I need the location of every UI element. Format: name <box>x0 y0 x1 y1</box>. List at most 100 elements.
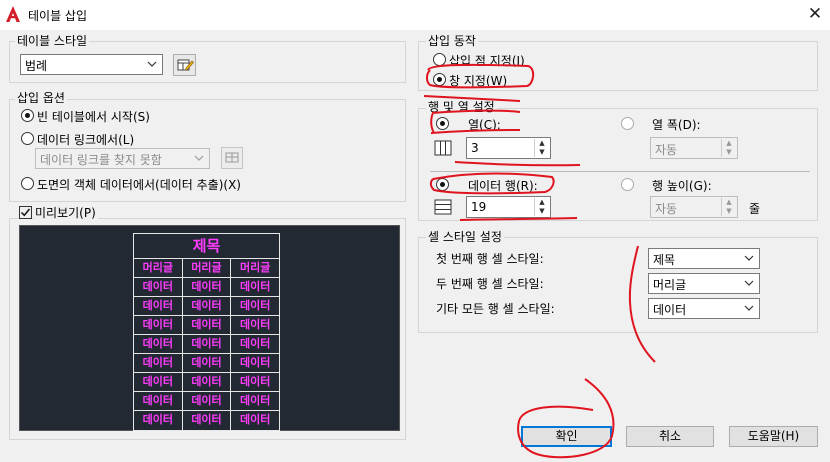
preview-data-cell: 데이터 <box>183 297 232 315</box>
chevron-down-icon <box>744 305 754 311</box>
label-data-link[interactable]: 데이터 링크에서(L) <box>37 131 134 148</box>
second-row-style-value: 머리글 <box>653 278 687 292</box>
preview-data-rows: 데이터 데이터 데이터 데이터 데이터 데이터 데이터 데이터 데이터 데이터 데이터 데이터 데이터 데… <box>134 278 279 430</box>
label-columns[interactable]: 열(C): <box>468 116 501 133</box>
preview-data-row: 데이터 데이터 데이터 <box>134 373 279 392</box>
second-row-style-combo[interactable]: 머리글 <box>648 273 760 294</box>
data-link-value: 데이터 링크를 찾지 못함 <box>40 153 162 167</box>
preview-data-cell: 데이터 <box>239 413 271 426</box>
autocad-logo-icon <box>6 6 20 22</box>
data-rows-spinner[interactable]: ▲ ▼ <box>534 198 549 216</box>
preview-data-cell: 데이터 <box>134 373 183 391</box>
preview-label[interactable]: 미리보기(P) <box>33 206 98 220</box>
label-first-row-style: 첫 번째 행 셀 스타일: <box>436 252 544 266</box>
preview-header-cell: 머리글 <box>183 259 232 277</box>
chevron-down-icon <box>147 61 157 67</box>
label-window[interactable]: 창 지정(W) <box>449 72 507 89</box>
preview-header-cell: 머리글 <box>134 259 183 277</box>
preview-checkbox[interactable] <box>19 206 32 219</box>
preview-data-cell: 데이터 <box>183 335 232 353</box>
preview-data-row: 데이터 데이터 데이터 <box>134 297 279 316</box>
preview-data-row: 데이터 데이터 데이터 <box>134 278 279 297</box>
row-height-unit: 줄 <box>749 202 761 216</box>
window-title: 테이블 삽입 <box>28 9 88 23</box>
preview-data-row: 데이터 데이터 데이터 <box>134 392 279 411</box>
preview-data-cell: 데이터 <box>134 278 183 296</box>
preview-data-cell: 데이터 <box>134 335 183 353</box>
preview-data-cell: 데이터 <box>239 394 271 407</box>
label-empty-table[interactable]: 빈 테이블에서 시작(S) <box>37 108 150 125</box>
columns-input[interactable]: 3 ▲ ▼ <box>466 137 551 159</box>
preview-data-cell: 데이터 <box>134 392 183 410</box>
preview-data-cell: 데이터 <box>134 316 183 334</box>
data-link-icon <box>225 152 239 163</box>
first-row-style-combo[interactable]: 제목 <box>648 248 760 269</box>
ok-button[interactable]: 확인 <box>521 426 612 447</box>
preview-data-row: 데이터 데이터 데이터 <box>134 316 279 335</box>
preview-table: 제목 머리글 머리글 머리글 데이터 데이터 데이터 데이터 데이터 데이터 데이터 데이터 데… <box>133 233 280 431</box>
radio-column-width[interactable] <box>621 117 634 130</box>
rows-icon <box>434 199 452 215</box>
label-object-data[interactable]: 도면의 객체 데이터에서(데이터 추출)(X) <box>37 176 241 193</box>
preview-data-cell: 데이터 <box>239 318 271 331</box>
column-width-spinner: ▲ ▼ <box>721 139 736 157</box>
radio-data-link[interactable] <box>21 132 34 145</box>
insert-options-legend: 삽입 옵션 <box>15 91 67 105</box>
first-row-style-value: 제목 <box>653 253 676 267</box>
preview-data-row: 데이터 데이터 데이터 <box>134 354 279 373</box>
title-bar <box>0 0 830 30</box>
label-second-row-style: 두 번째 행 셀 스타일: <box>436 277 544 291</box>
data-link-combo: 데이터 링크를 찾지 못함 <box>35 148 210 169</box>
cancel-button[interactable]: 취소 <box>626 426 714 447</box>
label-insert-point[interactable]: 삽입 점 지정(I) <box>449 52 525 69</box>
radio-window[interactable] <box>433 73 446 86</box>
label-column-width[interactable]: 열 폭(D): <box>652 116 701 133</box>
preview-data-row: 데이터 데이터 데이터 <box>134 335 279 354</box>
table-style-dialog-button[interactable] <box>173 54 196 76</box>
table-style-value: 범례 <box>25 59 48 73</box>
preview-data-cell: 데이터 <box>183 392 232 410</box>
label-row-height[interactable]: 행 높이(G): <box>652 177 712 194</box>
preview-data-cell: 데이터 <box>239 337 271 350</box>
rows-cols-separator <box>430 171 810 172</box>
preview-data-cell: 데이터 <box>134 354 183 372</box>
preview-header-row: 머리글 머리글 머리글 <box>134 259 279 278</box>
row-height-spinner: ▲ ▼ <box>721 198 736 216</box>
radio-insert-point[interactable] <box>433 53 446 66</box>
preview-data-cell: 데이터 <box>183 316 232 334</box>
label-data-rows[interactable]: 데이터 행(R): <box>468 177 538 194</box>
cell-styles-legend: 셀 스타일 설정 <box>426 230 504 244</box>
chevron-down-icon <box>744 280 754 286</box>
preview-data-cell: 데이터 <box>183 411 232 430</box>
row-height-value: 자동 <box>655 202 678 216</box>
check-icon <box>20 208 31 217</box>
preview-data-cell: 데이터 <box>183 278 232 296</box>
radio-object-data[interactable] <box>21 177 34 190</box>
radio-empty-table[interactable] <box>21 109 34 122</box>
data-link-manager-button <box>221 147 243 169</box>
radio-row-height[interactable] <box>621 178 634 191</box>
table-style-combo[interactable]: 범례 <box>20 54 163 75</box>
chevron-down-icon <box>744 255 754 261</box>
preview-data-cell: 데이터 <box>239 356 271 369</box>
rows-cols-legend: 행 및 열 설정 <box>426 100 497 114</box>
preview-data-cell: 데이터 <box>183 373 232 391</box>
columns-icon <box>434 140 452 156</box>
other-rows-style-combo[interactable]: 데이터 <box>648 298 760 319</box>
label-other-rows-style: 기타 모든 행 셀 스타일: <box>436 302 555 316</box>
preview-data-cell: 데이터 <box>183 354 232 372</box>
preview-data-row: 데이터 데이터 데이터 <box>134 411 279 430</box>
radio-data-rows[interactable] <box>436 178 449 191</box>
preview-data-cell: 데이터 <box>134 411 183 430</box>
columns-spinner[interactable]: ▲ ▼ <box>534 139 549 157</box>
preview-data-cell: 데이터 <box>134 297 183 315</box>
radio-columns[interactable] <box>436 117 449 130</box>
edit-style-icon <box>177 59 194 71</box>
preview-data-cell: 데이터 <box>239 299 271 312</box>
column-width-input: 자동 ▲ ▼ <box>650 137 738 159</box>
column-width-value: 자동 <box>655 143 678 157</box>
help-button[interactable]: 도움말(H) <box>729 426 818 447</box>
data-rows-input[interactable]: 19 ▲ ▼ <box>466 196 551 218</box>
close-icon[interactable]: ✕ <box>803 3 827 25</box>
columns-value: 3 <box>471 141 479 155</box>
